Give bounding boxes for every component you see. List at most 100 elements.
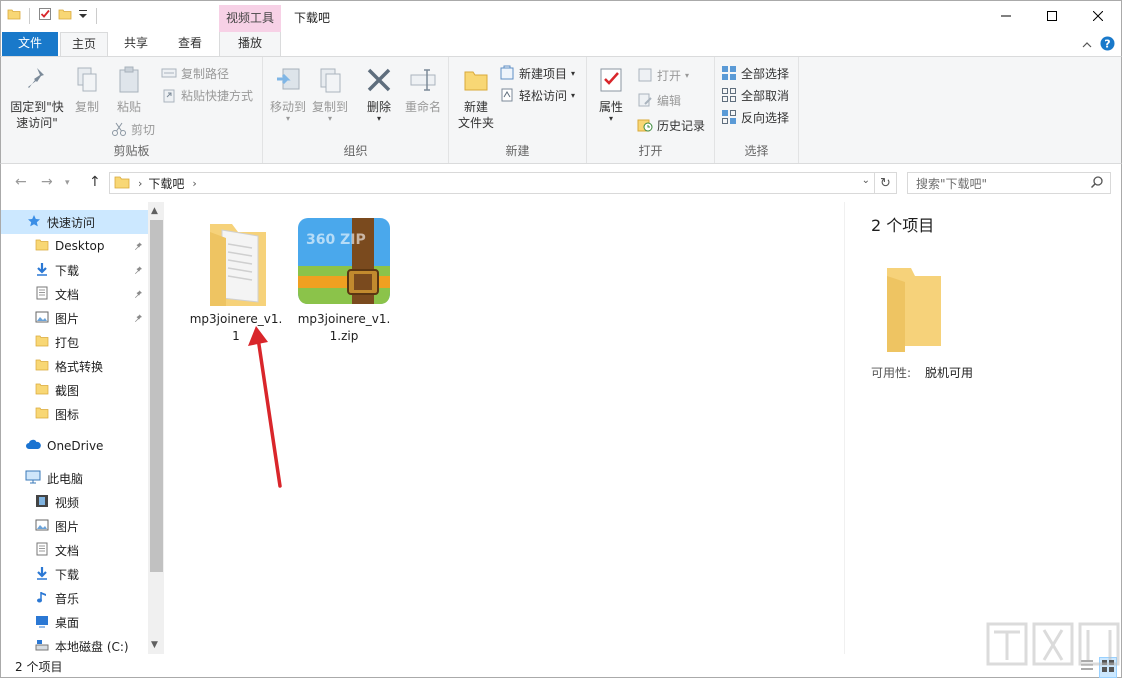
clipboard-icon [115,65,143,99]
new-item-button[interactable]: 新建项目 ▾ [499,63,575,83]
back-arrow-icon[interactable]: ← [15,174,27,190]
copy-button[interactable]: 复制 [69,65,105,115]
cut-button[interactable]: 剪切 [111,119,155,139]
picture-icon [35,310,49,327]
address-dropdown-icon[interactable]: ⌄ [862,175,870,186]
properties-check-icon[interactable] [38,7,52,24]
sidebar-item-pack[interactable]: 打包 [1,330,148,354]
sidebar-item-documents[interactable]: 文档 [1,282,148,306]
new-folder-icon[interactable] [58,7,72,24]
sidebar-item-format-convert[interactable]: 格式转换 [1,354,148,378]
status-item-count: 2 个项目 [15,660,63,674]
help-icon[interactable]: ? [1100,36,1115,54]
minimize-button[interactable] [983,1,1029,31]
file-item-zip[interactable]: 360 ZIP mp3joinere_v1.1.zip [294,216,394,345]
sidebar-item-downloads[interactable]: 下载 [1,258,148,282]
easy-access-button[interactable]: 轻松访问 ▾ [499,85,575,105]
navigation-scrollbar[interactable]: ▲ ▼ [148,202,165,654]
film-icon [35,494,49,511]
sidebar-item-pc-downloads[interactable]: 下载 [1,562,148,586]
folder-icon [35,406,49,423]
copy-to-button[interactable]: 复制到 ▾ [309,65,351,123]
open-button[interactable]: 打开 ▾ [637,65,689,85]
paste-button[interactable]: 粘贴 [109,65,149,115]
sidebar-item-desktop-pc[interactable]: 桌面 [1,610,148,634]
copy-path-button[interactable]: 复制路径 [161,63,229,83]
move-to-button[interactable]: 移动到 ▾ [267,65,309,123]
tab-share[interactable]: 共享 [114,32,158,56]
breadcrumb-current[interactable]: 下载吧 [148,175,184,192]
tab-play[interactable]: 播放 [219,32,281,56]
organize-group-label: 组织 [343,144,368,158]
properties-button[interactable]: 属性 ▾ [593,65,629,123]
sidebar-item-onedrive[interactable]: OneDrive [1,434,148,458]
easy-access-icon [499,87,515,103]
sidebar-item-label: 本地磁盘 (C:) [55,639,129,654]
sidebar-item-this-pc[interactable]: 此电脑 [1,466,148,490]
sidebar-item-music[interactable]: 音乐 [1,586,148,610]
close-button[interactable] [1075,1,1121,31]
pin-icon[interactable] [134,288,144,302]
copy-path-icon [161,65,177,81]
sidebar-item-icons[interactable]: 图标 [1,402,148,426]
cloud-icon [25,439,41,454]
recent-locations-chevron-icon[interactable]: ▾ [65,178,70,188]
sidebar-item-desktop[interactable]: Desktop [1,234,148,258]
collapse-ribbon-icon[interactable] [1082,38,1092,52]
music-note-icon [35,590,49,607]
sidebar-item-pictures[interactable]: 图片 [1,306,148,330]
forward-arrow-icon[interactable]: → [41,174,53,190]
select-none-button[interactable]: 全部取消 [721,85,789,105]
availability-label: 可用性: [871,366,912,380]
select-group-label: 选择 [744,144,769,158]
sidebar-item-quick-access[interactable]: 快速访问 [1,210,148,234]
folder-icon [35,238,49,255]
annotation-arrow-icon [248,326,282,488]
invert-selection-button[interactable]: 反向选择 [721,107,789,127]
new-folder-button[interactable]: 新建 文件夹 [453,65,499,131]
breadcrumb-chevron-icon[interactable]: › [192,177,196,190]
scroll-down-icon[interactable]: ▼ [151,640,158,650]
pin-to-quick-access-button[interactable]: 固定到"快 速访问" [7,65,67,131]
zip-archive-icon: 360 ZIP [296,218,392,309]
tab-file[interactable]: 文件 [2,32,58,56]
sidebar-item-label: 截图 [55,383,80,398]
move-to-label: 移动到 [269,100,306,114]
sidebar-item-pc-documents[interactable]: 文档 [1,538,148,562]
tab-view[interactable]: 查看 [167,32,213,56]
paste-shortcut-button[interactable]: 粘贴快捷方式 [161,85,253,105]
customize-qat-icon[interactable] [78,8,88,23]
new-item-icon [499,65,515,81]
pin-label-line2: 速访问" [16,116,58,130]
scrollbar-thumb[interactable] [150,220,163,572]
address-bar[interactable]: › 下载吧 › ⌄ [109,172,875,194]
sidebar-item-label: 此电脑 [47,471,84,486]
sidebar-item-label: 视频 [55,495,80,510]
sidebar-item-label: 下载 [55,263,80,278]
new-folder-label-line1: 新建 [463,100,488,114]
sidebar-item-label: 下载 [55,567,80,582]
scroll-up-icon[interactable]: ▲ [151,206,158,216]
rename-button[interactable]: 重命名 [401,65,445,115]
rename-label: 重命名 [404,100,441,114]
select-all-button[interactable]: 全部选择 [721,63,789,83]
pin-icon[interactable] [134,312,144,326]
refresh-button[interactable]: ↻ [875,172,897,194]
copy-to-icon [315,65,345,99]
edit-button[interactable]: 编辑 [637,90,681,110]
pin-icon[interactable] [134,264,144,278]
properties-check-icon [597,65,625,99]
sidebar-item-screenshots[interactable]: 截图 [1,378,148,402]
pin-icon[interactable] [134,240,144,254]
copy-to-label: 复制到 [311,100,348,114]
history-button[interactable]: 历史记录 [637,115,705,135]
sidebar-item-pc-pictures[interactable]: 图片 [1,514,148,538]
breadcrumb-chevron-icon[interactable]: › [138,177,142,190]
tab-home[interactable]: 主页 [60,32,108,57]
maximize-button[interactable] [1029,1,1075,31]
open-icon [637,67,653,83]
up-arrow-icon[interactable]: ↑ [89,174,101,190]
sidebar-item-videos[interactable]: 视频 [1,490,148,514]
search-input[interactable]: 搜索"下载吧" [907,172,1111,194]
delete-button[interactable]: 删除 ▾ [361,65,397,123]
